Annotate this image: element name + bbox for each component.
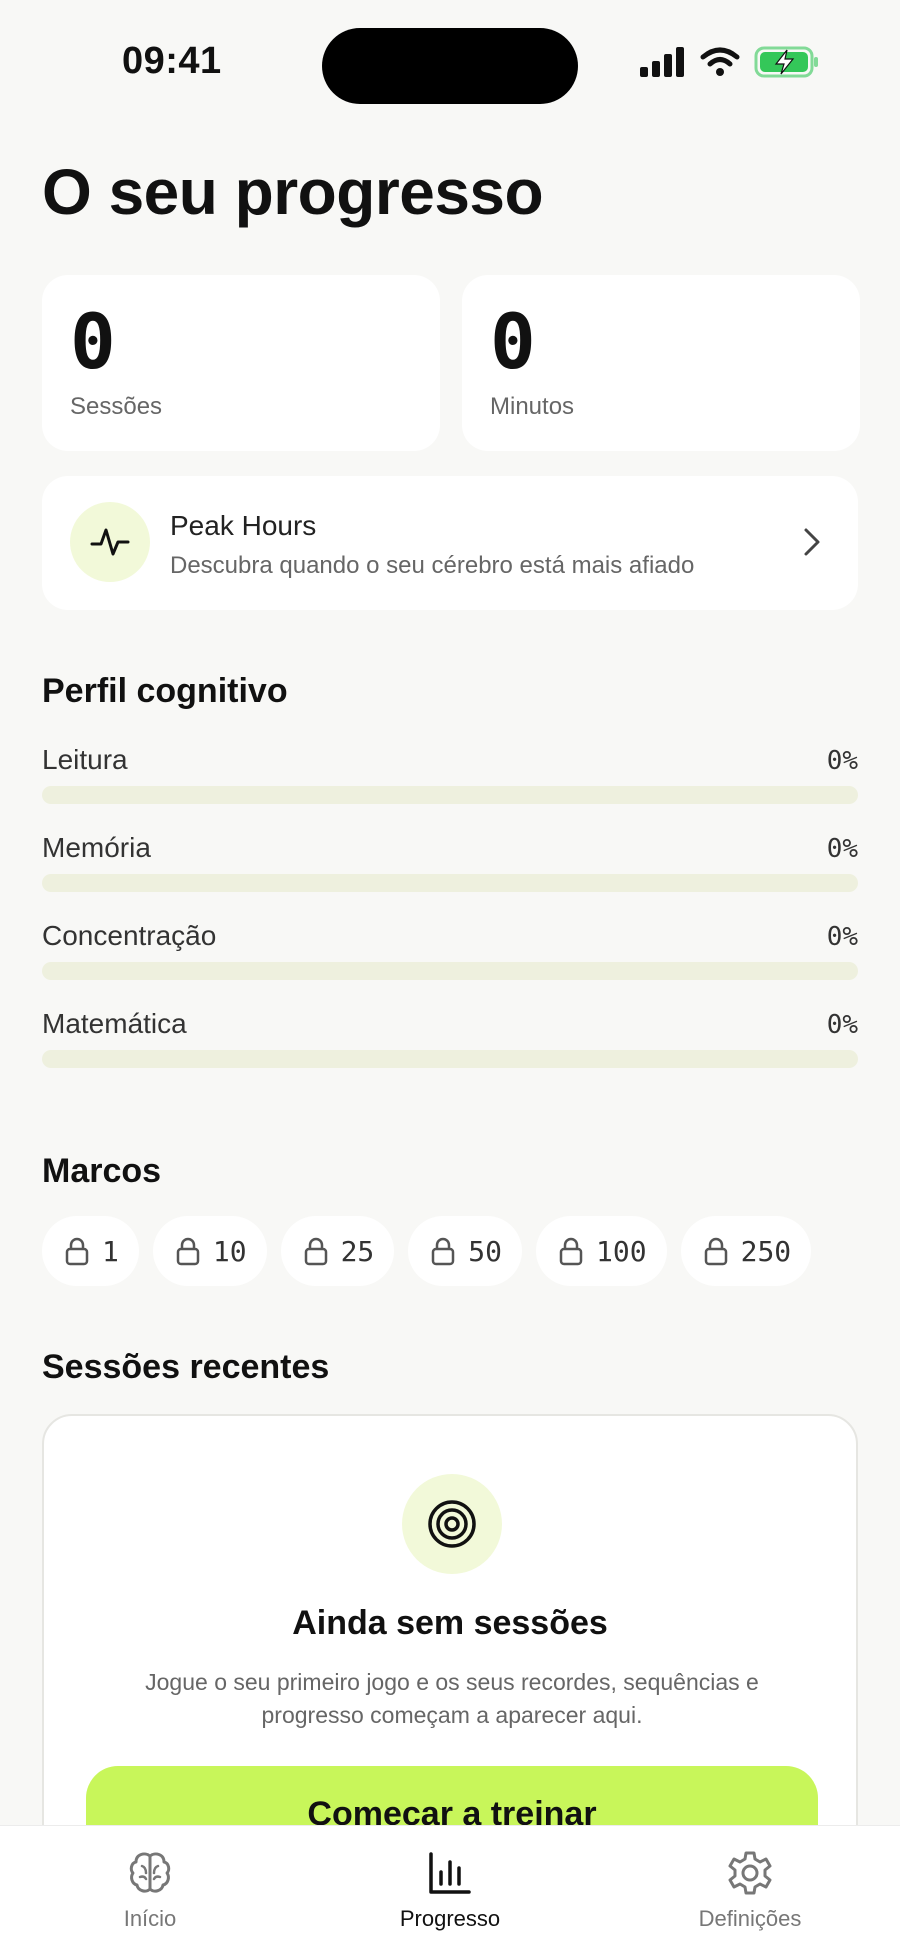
milestones-list: 1 10 25 50 100 250 [42,1216,812,1286]
minutes-stat-card: 0 Minutos [462,275,860,451]
tab-home[interactable]: Início [50,1848,250,1932]
cognitive-profile-title: Perfil cognitivo [42,672,288,710]
gear-icon [728,1851,772,1895]
target-icon [402,1474,502,1574]
battery-charging-icon [754,46,818,78]
tab-label: Início [123,1906,177,1931]
skill-progress-bar [42,962,858,980]
tab-label: Definições [698,1906,802,1931]
lock-icon [432,1237,455,1266]
milestone-badge[interactable]: 1 [42,1216,139,1286]
skill-name: Memória [42,832,151,863]
peak-hours-subtitle: Descubra quando o seu cérebro está mais … [170,552,695,579]
chevron-right-icon [804,528,820,556]
milestone-value: 1 [102,1234,119,1268]
lock-icon [304,1237,327,1266]
status-icons [640,46,820,78]
skill-name: Matemática [42,1008,187,1039]
skill-percent: 0% [826,922,858,952]
cellular-signal-icon [640,47,684,77]
peak-hours-title: Peak Hours [170,510,317,541]
lock-icon [176,1237,200,1266]
skill-percent: 0% [826,746,858,776]
skill-progress-bar [42,874,858,892]
tab-label: Progresso [399,1906,501,1931]
skill-name: Concentração [42,920,217,951]
minutes-count: 0 [490,297,536,386]
sessions-stat-card: 0 Sessões [42,275,440,451]
milestone-badge[interactable]: 100 [536,1216,667,1286]
empty-state-description: Jogue o seu primeiro jogo e os seus reco… [145,1669,759,1728]
skill-progress-bar [42,786,858,804]
status-bar: 09:41 [0,0,900,130]
recent-sessions-title: Sessões recentes [42,1348,330,1386]
sessions-label: Sessões [70,393,163,420]
milestone-value: 10 [212,1234,247,1268]
activity-pulse-icon [70,502,150,582]
tab-progress[interactable]: Progresso [350,1848,550,1932]
dynamic-island [322,28,578,104]
lock-icon [65,1237,89,1266]
empty-state-title: Ainda sem sessões [292,1604,608,1642]
milestone-badge[interactable]: 10 [152,1216,267,1286]
skill-percent: 0% [826,834,858,864]
milestone-badge[interactable]: 250 [680,1216,812,1286]
skill-progress-bar [42,1050,858,1068]
sessions-count: 0 [70,297,116,386]
milestones-title: Marcos [42,1152,162,1190]
milestone-value: 25 [340,1234,375,1268]
tab-bar: Início Progresso Definições [0,1825,900,1955]
skill-percent: 0% [826,1010,858,1040]
bar-chart-icon [429,1852,471,1894]
milestone-value: 250 [740,1234,792,1268]
brain-icon [129,1852,171,1893]
lock-icon [704,1237,727,1266]
lock-icon [559,1237,583,1266]
page-title: O seu progresso [42,156,544,228]
milestone-badge[interactable]: 25 [280,1216,395,1286]
milestone-value: 50 [468,1234,503,1268]
minutes-label: Minutos [490,393,575,420]
status-time: 09:41 [122,40,222,82]
wifi-icon [700,47,740,76]
milestone-value: 100 [596,1234,647,1268]
tab-settings[interactable]: Definições [650,1848,850,1932]
skill-name: Leitura [42,744,128,775]
milestone-badge[interactable]: 50 [408,1216,523,1286]
peak-hours-card[interactable]: Peak Hours Descubra quando o seu cérebro… [42,476,858,610]
